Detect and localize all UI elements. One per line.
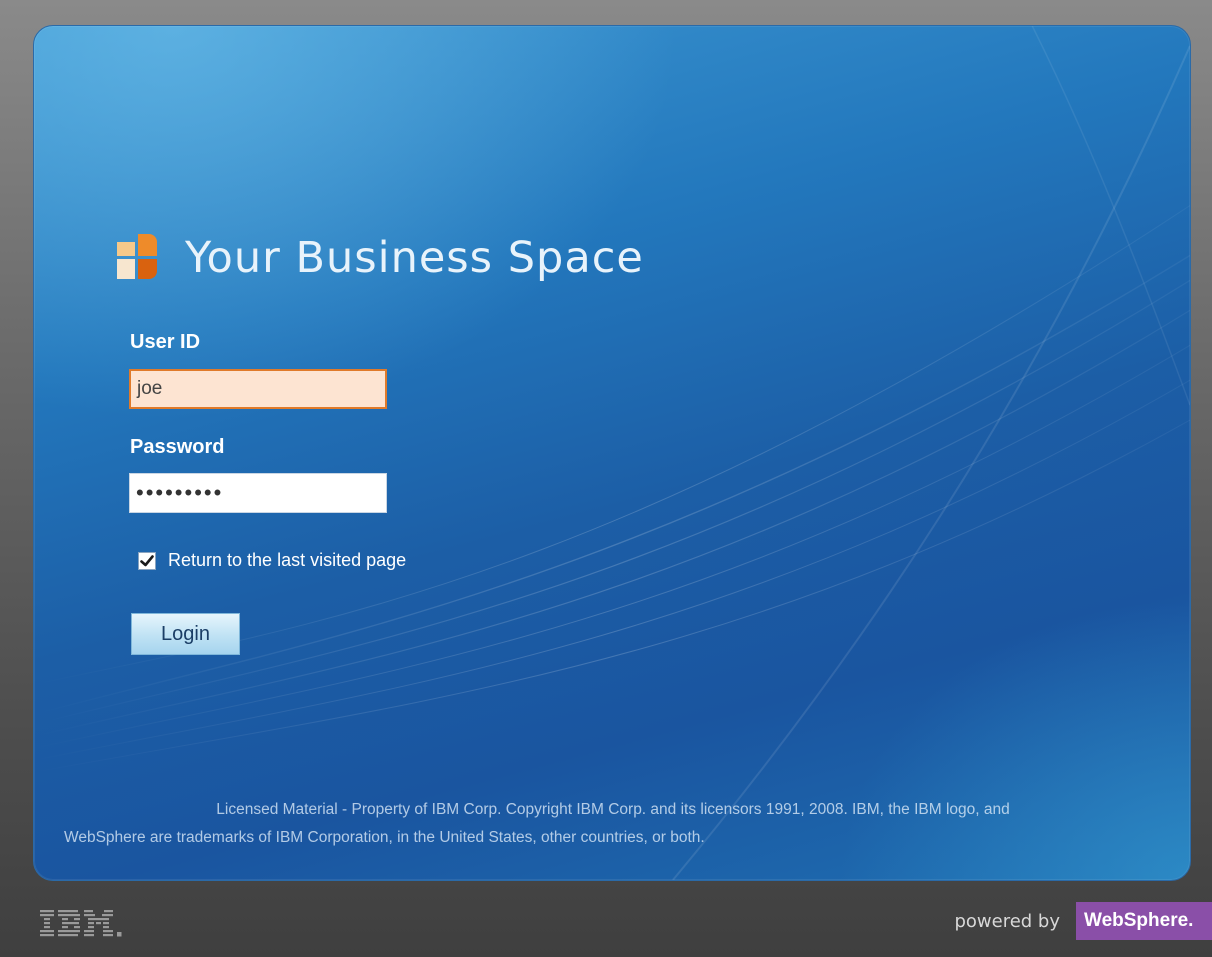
powered-by: powered by WebSphere.: [954, 902, 1212, 940]
remember-label: Return to the last visited page: [168, 550, 407, 570]
remember-checkbox[interactable]: [138, 551, 156, 570]
copyright-line-1: Licensed Material - Property of IBM Corp…: [216, 801, 1010, 818]
brand-header: Your Business Space: [117, 233, 644, 283]
ibm-logo: [40, 910, 122, 937]
powered-by-label: powered by: [954, 910, 1060, 932]
page-title: Your Business Space: [185, 233, 644, 283]
remember-option[interactable]: Return to the last visited page: [138, 550, 406, 571]
user-id-label: User ID: [130, 331, 201, 353]
copyright-notice: Licensed Material - Property of IBM Corp…: [34, 796, 1190, 852]
login-panel: Your Business Space User ID joe Password…: [33, 25, 1191, 881]
user-id-input[interactable]: joe: [129, 369, 387, 409]
websphere-badge: WebSphere.: [1076, 902, 1212, 940]
copyright-line-2: WebSphere are trademarks of IBM Corporat…: [64, 829, 705, 846]
business-space-logo-icon: [117, 234, 157, 279]
checkmark-icon: [140, 554, 154, 566]
password-label: Password: [130, 436, 225, 458]
login-button[interactable]: Login: [131, 613, 240, 655]
password-input[interactable]: •••••••••: [129, 473, 387, 513]
